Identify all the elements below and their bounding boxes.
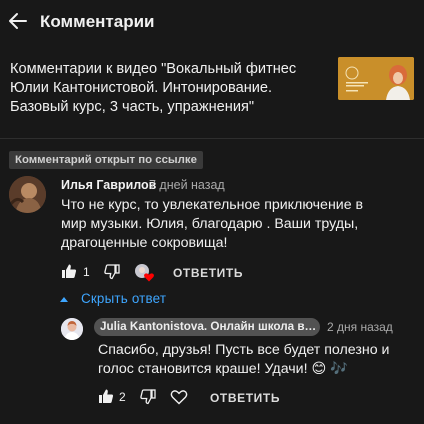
avatar[interactable] bbox=[9, 176, 46, 213]
like-count: 2 bbox=[119, 390, 126, 404]
video-title: Комментарии к видео "Вокальный фитнес Юл… bbox=[10, 61, 297, 115]
caret-up-icon[interactable] bbox=[60, 297, 68, 302]
reply-time: 2 дня назад bbox=[327, 320, 393, 334]
video-info: Комментарии к видео "Вокальный фитнес Юл… bbox=[0, 44, 424, 138]
thumbs-down-icon[interactable] bbox=[104, 264, 120, 285]
page-title: Комментарии bbox=[40, 12, 155, 31]
comment-text: Что не курс, то увлекательное приключени… bbox=[61, 197, 364, 251]
back-arrow-icon[interactable] bbox=[4, 6, 34, 36]
thumbs-up-icon[interactable] bbox=[98, 388, 114, 409]
top-bar: Комментарии bbox=[0, 0, 424, 44]
thumbs-up-icon[interactable] bbox=[61, 263, 77, 284]
comment-time: 7 дней назад bbox=[149, 178, 225, 192]
reply-button[interactable]: ОТВЕТИТЬ bbox=[173, 266, 243, 280]
avatar[interactable] bbox=[61, 318, 83, 340]
reply-author-badge[interactable]: Julia Kantonistova. Онлайн школа вокала bbox=[94, 318, 320, 336]
video-thumbnail[interactable] bbox=[338, 57, 414, 100]
divider bbox=[0, 138, 424, 139]
comment-author[interactable]: Илья Гаврилов bbox=[61, 178, 156, 192]
reply-text: Спасибо, друзья! Пусть все будет полезно… bbox=[98, 342, 390, 377]
heart-icon bbox=[134, 263, 156, 288]
thumbs-down-icon[interactable] bbox=[140, 389, 156, 410]
heart-icon[interactable] bbox=[170, 389, 188, 410]
linked-comment-badge: Комментарий открыт по ссылке bbox=[9, 151, 203, 169]
reply-button[interactable]: ОТВЕТИТЬ bbox=[210, 391, 280, 405]
hide-replies-button[interactable]: Скрыть ответ bbox=[81, 291, 166, 306]
like-count: 1 bbox=[83, 265, 90, 279]
